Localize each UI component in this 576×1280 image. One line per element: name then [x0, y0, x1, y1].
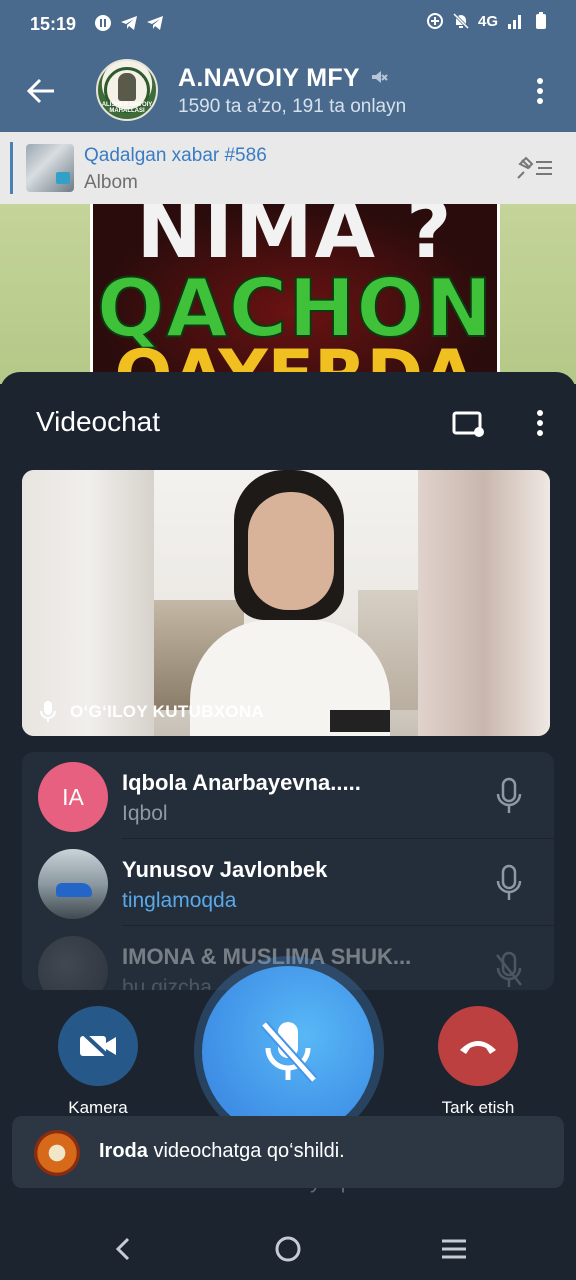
pinned-list-icon[interactable] — [514, 154, 554, 182]
network-type: 4G — [477, 12, 498, 30]
microphone-icon[interactable] — [494, 776, 524, 816]
system-navigation-bar — [0, 1216, 576, 1280]
participant-status: bu qizcha — [122, 976, 212, 990]
join-notification: Iroda videochatga qo‘shildi. — [12, 1116, 564, 1188]
add-circle-icon — [426, 13, 443, 29]
leave-label: Tark etish — [441, 1098, 515, 1117]
camera-button[interactable] — [58, 1006, 138, 1086]
videochat-title: Videochat — [36, 406, 161, 437]
pinned-thumbnail — [26, 144, 74, 192]
chat-background: NIMA ? QACHON ? QAYERDA ? — [0, 204, 576, 384]
avatar: IA — [38, 762, 108, 832]
participant-name: Yunusov Javlonbek — [122, 857, 328, 882]
back-arrow-icon[interactable] — [24, 74, 58, 108]
bell-off-icon — [452, 12, 470, 30]
pinned-message-bar[interactable]: Qadalgan xabar #586 Albom — [0, 132, 576, 204]
system-icons: 4G — [426, 12, 550, 30]
pinned-indicator — [10, 142, 13, 194]
camera-off-icon — [80, 1030, 116, 1062]
screen-share-icon[interactable] — [452, 410, 486, 438]
microphone-muted-icon — [260, 1021, 318, 1083]
group-avatar[interactable]: ALISHER NAVOIY MAHALLASI — [96, 59, 158, 121]
participant-row[interactable]: IA Iqbola Anarbayevna..... Iqbol — [22, 752, 554, 839]
poster-image[interactable]: NIMA ? QACHON ? QAYERDA ? — [90, 204, 500, 384]
chat-subtitle: 1590 ta a’zo, 191 ta onlayn — [178, 96, 407, 117]
status-bar: 15:19 4G — [0, 0, 576, 48]
battery-icon — [536, 12, 546, 29]
joined-message: videochatga qo‘shildi. — [147, 1140, 345, 1162]
microphone-toggle-button[interactable] — [202, 966, 374, 1138]
record-icon — [95, 15, 111, 31]
home-nav-icon[interactable] — [273, 1234, 303, 1264]
avatar-text: ALISHER NAVOIY MAHALLASI — [101, 102, 153, 114]
signal-icon — [508, 15, 521, 29]
avatar — [38, 936, 108, 990]
pinned-subtitle: Albom — [84, 172, 138, 193]
camera-stream — [154, 470, 418, 736]
chat-title[interactable]: A.NAVOIY MFY — [178, 64, 360, 93]
notification-icons — [94, 14, 164, 32]
back-nav-icon[interactable] — [108, 1234, 138, 1264]
participant-status: Iqbol — [122, 802, 168, 825]
status-time: 15:19 — [30, 14, 77, 34]
participant-row[interactable]: Yunusov Javlonbek tinglamoqda — [22, 839, 554, 926]
avatar — [38, 849, 108, 919]
videochat-menu-icon[interactable] — [528, 408, 552, 438]
microphone-muted-icon[interactable] — [494, 950, 524, 990]
video-speaker-name: O‘G‘ILOY KUTUBXONA — [70, 702, 264, 721]
avatar — [34, 1130, 80, 1176]
microphone-icon[interactable] — [494, 863, 524, 903]
participant-status: tinglamoqda — [122, 889, 237, 912]
hang-up-icon — [460, 1041, 496, 1054]
videochat-panel: Videochat O‘G‘ILOY KUTUBXONA IA Iqbola A… — [0, 372, 576, 1280]
mute-icon — [372, 71, 388, 83]
video-speaker-label: O‘G‘ILOY KUTUBXONA — [38, 700, 264, 724]
participants-list: IA Iqbola Anarbayevna..... Iqbol Yunusov… — [22, 752, 554, 990]
telegram-icon — [121, 16, 137, 30]
pinned-title: Qadalgan xabar #586 — [84, 145, 267, 166]
chat-header: ALISHER NAVOIY MAHALLASI A.NAVOIY MFY 15… — [0, 48, 576, 132]
joined-user-name: Iroda — [99, 1140, 148, 1162]
telegram-icon — [147, 16, 163, 30]
more-menu-icon[interactable] — [528, 76, 552, 106]
camera-label: Kamera — [68, 1098, 128, 1117]
participant-name: Iqbola Anarbayevna..... — [122, 770, 361, 795]
recents-nav-icon[interactable] — [439, 1234, 469, 1264]
leave-button[interactable] — [438, 1006, 518, 1086]
notification-text: Iroda videochatga qo‘shildi. — [99, 1140, 345, 1163]
video-feed[interactable]: O‘G‘ILOY KUTUBXONA — [22, 470, 550, 736]
microphone-icon — [40, 701, 56, 722]
